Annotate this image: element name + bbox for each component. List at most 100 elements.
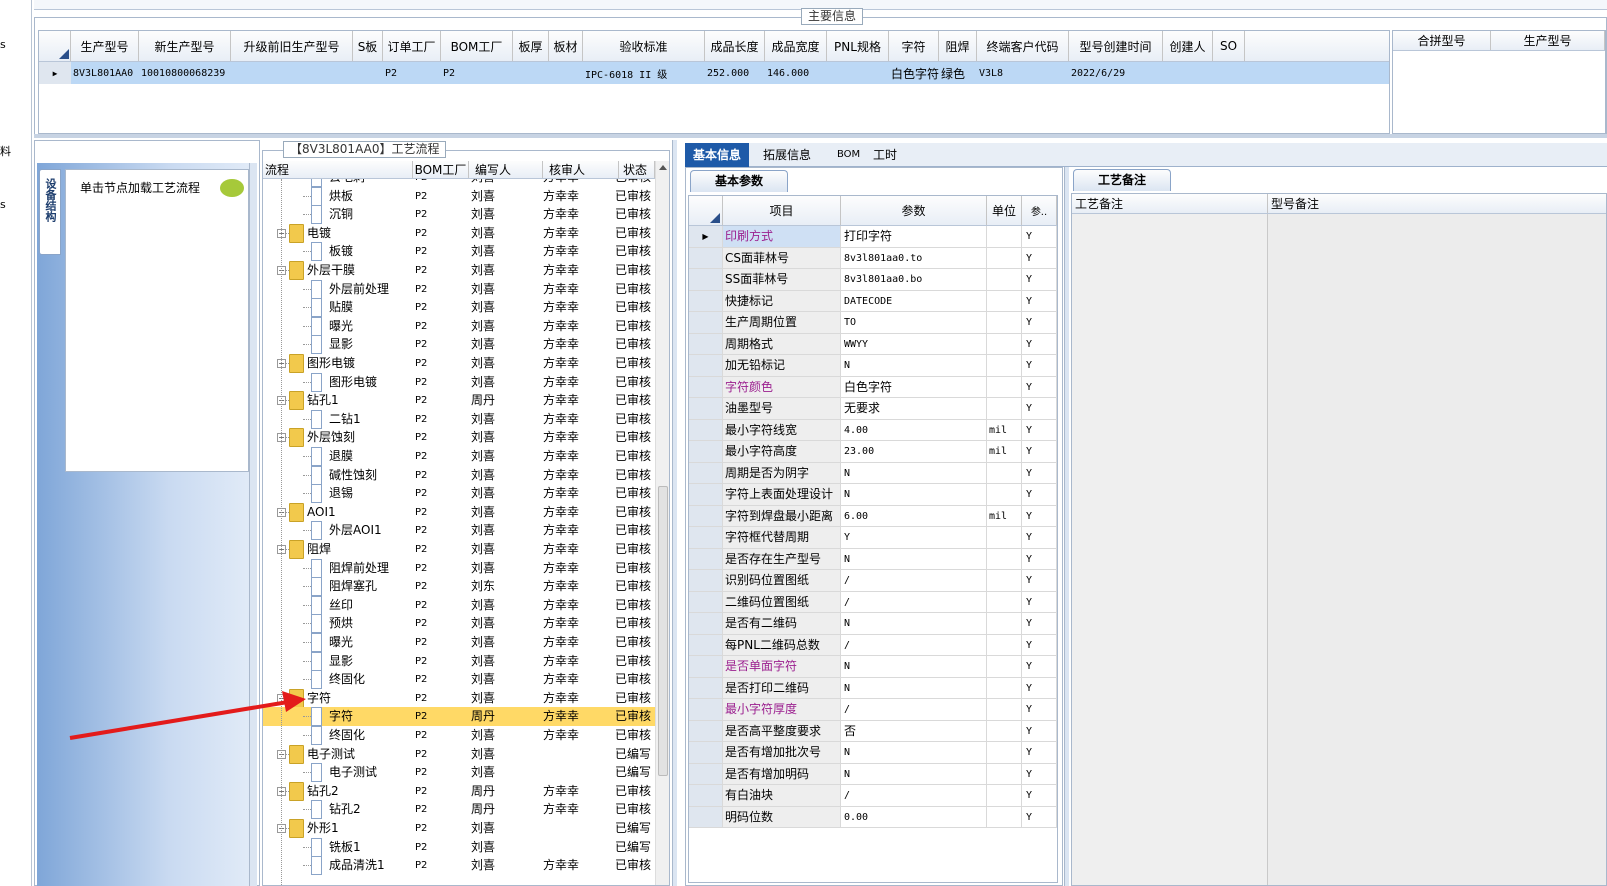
- param-value[interactable]: /: [841, 570, 987, 591]
- process-scrollbar[interactable]: [655, 161, 669, 885]
- process-row[interactable]: − 电镀 P2 刘喜 方幸幸 已审核: [263, 223, 655, 243]
- proc-col-writer[interactable]: 编写人: [469, 161, 543, 178]
- process-row[interactable]: − 外形1 P2 刘喜 已编写: [263, 819, 655, 838]
- param-row[interactable]: 是否有增加批次号 N Y: [689, 742, 1057, 764]
- param-row[interactable]: ▶ 印刷方式 打印字符 Y: [689, 226, 1057, 248]
- process-row[interactable]: 终固化 P2 刘喜 方幸幸 已审核: [263, 726, 655, 745]
- param-row[interactable]: 是否有增加明码 N Y: [689, 763, 1057, 785]
- params-col-unit[interactable]: 单位: [987, 196, 1022, 225]
- process-row[interactable]: 显影 P2 刘喜 方幸幸 已审核: [263, 651, 655, 671]
- main-info-col-15[interactable]: 型号创建时间: [1069, 31, 1163, 61]
- process-row[interactable]: 丝印 P2 刘喜 方幸幸 已审核: [263, 595, 655, 615]
- proc-col-reviewer[interactable]: 核审人: [543, 161, 619, 178]
- hint-panel[interactable]: 单击节点加载工艺流程: [65, 169, 249, 472]
- process-row[interactable]: − 电子测试 P2 刘喜 已编写: [263, 744, 655, 764]
- process-row[interactable]: 字符 P2 周丹 方幸幸 已审核: [263, 707, 655, 727]
- param-row[interactable]: 字符上表面处理设计 N Y: [689, 484, 1057, 506]
- param-value[interactable]: 6.00: [841, 505, 987, 526]
- process-row[interactable]: − AOI1 P2 刘喜 方幸幸 已审核: [263, 502, 655, 522]
- process-row[interactable]: − 图形电镀 P2 刘喜 方幸幸 已审核: [263, 354, 655, 373]
- merge-col-model[interactable]: 合拼型号: [1393, 31, 1491, 50]
- main-info-col-5[interactable]: BOM工厂: [441, 31, 513, 61]
- horizontal-splitter[interactable]: [34, 134, 1607, 138]
- param-value[interactable]: N: [841, 462, 987, 483]
- remarks-model-text[interactable]: [1268, 214, 1606, 885]
- param-value[interactable]: N: [841, 613, 987, 634]
- left-dock-splitter[interactable]: [249, 163, 257, 886]
- param-value[interactable]: 23.00: [841, 441, 987, 462]
- param-row[interactable]: 快捷标记 DATECODE Y: [689, 290, 1057, 312]
- merge-col-production[interactable]: 生产型号: [1491, 31, 1605, 50]
- basic-params-tab[interactable]: 基本参数: [690, 170, 788, 192]
- process-row[interactable]: − 外层蚀刻 P2 刘喜 方幸幸 已审核: [263, 428, 655, 448]
- param-row[interactable]: 识别码位置图纸 / Y: [689, 570, 1057, 592]
- main-info-col-1[interactable]: 新生产型号: [139, 31, 231, 61]
- param-row[interactable]: 最小字符高度 23.00 mil Y: [689, 441, 1057, 463]
- param-row[interactable]: 有白油块 / Y: [689, 785, 1057, 807]
- main-info-col-2[interactable]: 升级前旧生产型号: [231, 31, 353, 61]
- process-row[interactable]: 终固化 P2 刘喜 方幸幸 已审核: [263, 670, 655, 690]
- param-value[interactable]: WWYY: [841, 333, 987, 354]
- param-row[interactable]: SS面菲林号 8v3l801aa0.bo Y: [689, 269, 1057, 291]
- process-row[interactable]: − 钻孔2 P2 周丹 方幸幸 已审核: [263, 781, 655, 801]
- main-info-col-3[interactable]: S板: [353, 31, 383, 61]
- process-row[interactable]: 二钻1 P2 刘喜 方幸幸 已审核: [263, 409, 655, 429]
- tab-basic-info[interactable]: 基本信息: [685, 143, 750, 167]
- param-value[interactable]: 8v3l801aa0.bo: [841, 269, 987, 290]
- param-value[interactable]: /: [841, 591, 987, 612]
- scroll-thumb[interactable]: [658, 486, 668, 776]
- main-info-col-13[interactable]: 阻焊: [939, 31, 977, 61]
- main-info-col-4[interactable]: 订单工厂: [383, 31, 441, 61]
- proc-col-bom[interactable]: BOM工厂: [413, 161, 469, 178]
- main-info-row[interactable]: ▶ 8V3L801AA0 10010800068239 P2 P2 IPC-6018 I…: [39, 62, 1389, 84]
- param-value[interactable]: N: [841, 548, 987, 569]
- param-row[interactable]: 最小字符线宽 4.00 mil Y: [689, 419, 1057, 441]
- param-value[interactable]: 无要求: [841, 398, 987, 419]
- proc-col-flow[interactable]: 流程: [263, 161, 413, 178]
- process-row[interactable]: 显影 P2 刘喜 方幸幸 已审核: [263, 335, 655, 355]
- process-row[interactable]: 烘板 P2 刘喜 方幸幸 已审核: [263, 186, 655, 206]
- remarks-col-process[interactable]: 工艺备注: [1072, 194, 1268, 213]
- param-value[interactable]: N: [841, 763, 987, 784]
- param-value[interactable]: 8v3l801aa0.to: [841, 247, 987, 268]
- param-value[interactable]: TO: [841, 312, 987, 333]
- param-row[interactable]: 字符到焊盘最小距离 6.00 mil Y: [689, 505, 1057, 527]
- process-row[interactable]: − 钻孔1 P2 周丹 方幸幸 已审核: [263, 391, 655, 411]
- param-row[interactable]: 周期是否为阴字 N Y: [689, 462, 1057, 484]
- process-row[interactable]: 阻焊塞孔 P2 刘东 方幸幸 已审核: [263, 577, 655, 597]
- param-value[interactable]: N: [841, 355, 987, 376]
- process-row[interactable]: 阻焊前处理 P2 刘喜 方幸幸 已审核: [263, 558, 655, 578]
- main-info-col-6[interactable]: 板厚: [513, 31, 549, 61]
- process-row[interactable]: 电子测试 P2 刘喜 已编写: [263, 763, 655, 783]
- param-value[interactable]: 0.00: [841, 806, 987, 827]
- process-row[interactable]: − 外层干膜 P2 刘喜 方幸幸 已审核: [263, 261, 655, 280]
- main-info-col-14[interactable]: 终端客户代码: [977, 31, 1069, 61]
- param-value[interactable]: /: [841, 634, 987, 655]
- remarks-process-text[interactable]: [1072, 214, 1268, 885]
- process-row[interactable]: 退锡 P2 刘喜 方幸幸 已审核: [263, 484, 655, 504]
- proc-col-status[interactable]: 状态: [619, 161, 655, 178]
- main-info-col-9[interactable]: 成品长度: [705, 31, 765, 61]
- param-row[interactable]: 二维码位置图纸 / Y: [689, 591, 1057, 613]
- param-value[interactable]: N: [841, 742, 987, 763]
- param-value[interactable]: N: [841, 484, 987, 505]
- param-row[interactable]: 是否有二维码 N Y: [689, 613, 1057, 635]
- param-row[interactable]: 是否打印二维码 N Y: [689, 677, 1057, 699]
- main-info-col-0[interactable]: 生产型号: [71, 31, 139, 61]
- process-row[interactable]: 碱性蚀刻 P2 刘喜 方幸幸 已审核: [263, 465, 655, 485]
- param-value[interactable]: 打印字符: [841, 226, 987, 247]
- main-info-col-11[interactable]: PNL规格: [827, 31, 889, 61]
- process-row[interactable]: 外层前处理 P2 刘喜 方幸幸 已审核: [263, 279, 655, 299]
- param-row[interactable]: 是否单面字符 N Y: [689, 656, 1057, 678]
- process-row[interactable]: 预烘 P2 刘喜 方幸幸 已审核: [263, 614, 655, 634]
- process-row[interactable]: − 字符 P2 刘喜 方幸幸 已审核: [263, 688, 655, 708]
- main-info-col-7[interactable]: 板材: [549, 31, 583, 61]
- param-value[interactable]: 白色字符: [841, 376, 987, 397]
- param-row[interactable]: CS面菲林号 8v3l801aa0.to Y: [689, 247, 1057, 269]
- remarks-col-model[interactable]: 型号备注: [1268, 194, 1607, 213]
- process-row[interactable]: 退膜 P2 刘喜 方幸幸 已审核: [263, 447, 655, 466]
- param-value[interactable]: N: [841, 677, 987, 698]
- process-row[interactable]: 曝光 P2 刘喜 方幸幸 已审核: [263, 633, 655, 652]
- remarks-tab[interactable]: 工艺备注: [1073, 169, 1171, 191]
- main-info-col-8[interactable]: 验收标准: [583, 31, 705, 61]
